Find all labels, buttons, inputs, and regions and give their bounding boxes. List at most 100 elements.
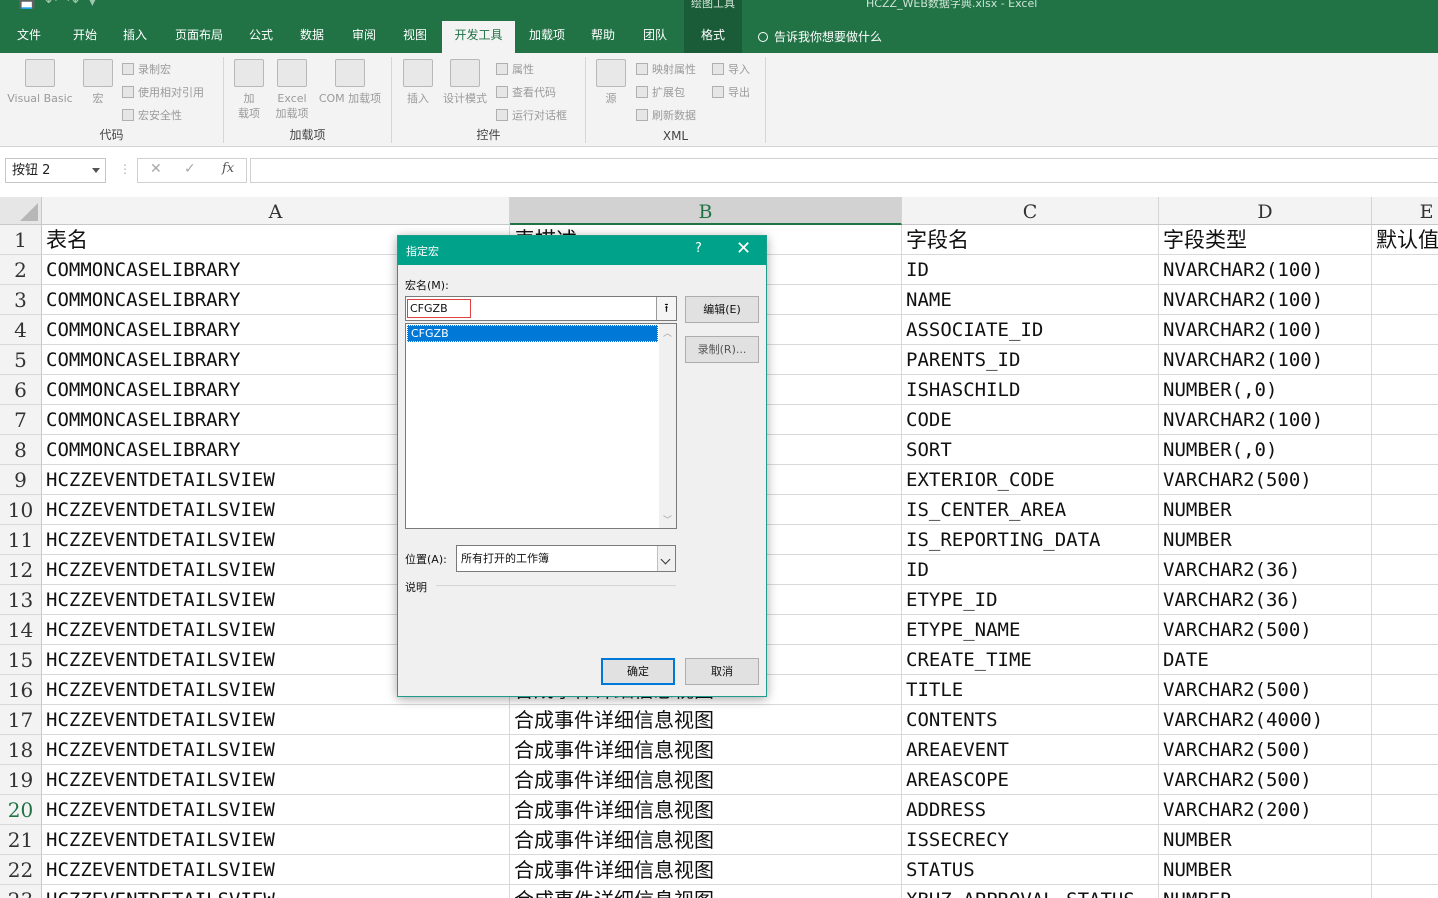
properties-button[interactable]: 属性 (496, 61, 534, 77)
cell-d18[interactable]: VARCHAR2(500) (1159, 735, 1372, 765)
cell-e12[interactable] (1372, 555, 1438, 585)
row-header[interactable]: 8 (0, 435, 42, 465)
row-header[interactable]: 22 (0, 855, 42, 885)
cell-c22[interactable]: STATUS (902, 855, 1159, 885)
cell-d8[interactable]: NUMBER(,0) (1159, 435, 1372, 465)
import-button[interactable]: 导入 (712, 61, 750, 77)
macros-button[interactable]: 宏 (82, 59, 114, 106)
column-header-a[interactable]: A (42, 197, 510, 225)
cell-a23[interactable]: HCZZEVENTDETAILSVIEW (42, 885, 510, 898)
cell-e21[interactable] (1372, 825, 1438, 855)
cell-d3[interactable]: NVARCHAR2(100) (1159, 285, 1372, 315)
cell-b22[interactable]: 合成事件详细信息视图 (510, 855, 902, 885)
cell-c5[interactable]: PARENTS_ID (902, 345, 1159, 375)
cell-c6[interactable]: ISHASCHILD (902, 375, 1159, 405)
cell-c23[interactable]: XBHZ_APPROVAL_STATUS (902, 885, 1159, 898)
cell-b21[interactable]: 合成事件详细信息视图 (510, 825, 902, 855)
row-header[interactable]: 17 (0, 705, 42, 735)
row-header[interactable]: 21 (0, 825, 42, 855)
column-header-e[interactable]: E (1372, 197, 1438, 225)
formula-bar-splitter[interactable]: ⋮ (119, 162, 131, 176)
cell-c21[interactable]: ISSECRECY (902, 825, 1159, 855)
row-header[interactable]: 14 (0, 615, 42, 645)
cell-d23[interactable]: NUMBER (1159, 885, 1372, 898)
record-macro-button[interactable]: 录制宏 (122, 61, 171, 77)
cell-c9[interactable]: EXTERIOR_CODE (902, 465, 1159, 495)
name-box[interactable]: 按钮 2 (5, 158, 106, 183)
cell-e10[interactable] (1372, 495, 1438, 525)
tab-team[interactable]: 团队 (634, 21, 676, 53)
cell-c13[interactable]: ETYPE_ID (902, 585, 1159, 615)
insert-function-icon[interactable]: fx (222, 161, 234, 176)
tab-developer[interactable]: 开发工具 (442, 21, 515, 53)
run-dialog-button[interactable]: 运行对话框 (496, 107, 567, 123)
tab-format[interactable]: 格式 (686, 21, 740, 53)
cell-e6[interactable] (1372, 375, 1438, 405)
row-header[interactable]: 15 (0, 645, 42, 675)
cell-e13[interactable] (1372, 585, 1438, 615)
record-button[interactable]: 录制(R)... (685, 336, 759, 363)
tab-addins[interactable]: 加载项 (520, 21, 574, 53)
cell-d7[interactable]: NVARCHAR2(100) (1159, 405, 1372, 435)
cell-a17[interactable]: HCZZEVENTDETAILSVIEW (42, 705, 510, 735)
cell-c15[interactable]: CREATE_TIME (902, 645, 1159, 675)
tab-data[interactable]: 数据 (290, 21, 334, 53)
scroll-down-icon[interactable]: ﹀ (663, 513, 672, 526)
formula-input[interactable] (250, 158, 1438, 183)
select-all-button[interactable] (0, 197, 42, 225)
design-mode-button[interactable]: 设计模式 (440, 59, 490, 106)
cell-e3[interactable] (1372, 285, 1438, 315)
cell-b17[interactable]: 合成事件详细信息视图 (510, 705, 902, 735)
cell-c19[interactable]: AREASCOPE (902, 765, 1159, 795)
scroll-up-icon[interactable]: ︿ (663, 326, 672, 339)
cell-c7[interactable]: CODE (902, 405, 1159, 435)
cell-e4[interactable] (1372, 315, 1438, 345)
row-header[interactable]: 13 (0, 585, 42, 615)
cell-d6[interactable]: NUMBER(,0) (1159, 375, 1372, 405)
cell-d13[interactable]: VARCHAR2(36) (1159, 585, 1372, 615)
expansion-pack-button[interactable]: 扩展包 (636, 84, 685, 100)
cell-b20[interactable]: 合成事件详细信息视图 (510, 795, 902, 825)
insert-control-button[interactable]: 插入 (400, 59, 436, 106)
dialog-title-bar[interactable]: 指定宏 ? ✕ (398, 236, 766, 265)
row-header[interactable]: 19 (0, 765, 42, 795)
tab-insert[interactable]: 插入 (114, 21, 156, 53)
cell-e17[interactable] (1372, 705, 1438, 735)
row-header[interactable]: 12 (0, 555, 42, 585)
cell-a22[interactable]: HCZZEVENTDETAILSVIEW (42, 855, 510, 885)
cell-d12[interactable]: VARCHAR2(36) (1159, 555, 1372, 585)
cell-a20[interactable]: HCZZEVENTDETAILSVIEW (42, 795, 510, 825)
cell-b23[interactable]: 合成事件详细信息视图 (510, 885, 902, 898)
cell-c17[interactable]: CONTENTS (902, 705, 1159, 735)
cell-d4[interactable]: NVARCHAR2(100) (1159, 315, 1372, 345)
cell-b18[interactable]: 合成事件详细信息视图 (510, 735, 902, 765)
cell-e14[interactable] (1372, 615, 1438, 645)
chevron-down-icon[interactable] (657, 546, 675, 571)
column-header-b[interactable]: B (510, 197, 902, 225)
row-header[interactable]: 1 (0, 225, 42, 255)
cell-e23[interactable] (1372, 885, 1438, 898)
column-header-d[interactable]: D (1159, 197, 1372, 225)
quick-access-toolbar[interactable]: 💾↶↷▾ (18, 0, 106, 10)
cell-d17[interactable]: VARCHAR2(4000) (1159, 705, 1372, 735)
refresh-data-button[interactable]: 刷新数据 (636, 107, 696, 123)
cell-e16[interactable] (1372, 675, 1438, 705)
cell-e20[interactable] (1372, 795, 1438, 825)
cell-c11[interactable]: IS_REPORTING_DATA (902, 525, 1159, 555)
cell-d19[interactable]: VARCHAR2(500) (1159, 765, 1372, 795)
row-header[interactable]: 7 (0, 405, 42, 435)
cell-c4[interactable]: ASSOCIATE_ID (902, 315, 1159, 345)
cell-d5[interactable]: NVARCHAR2(100) (1159, 345, 1372, 375)
row-header[interactable]: 4 (0, 315, 42, 345)
tab-review[interactable]: 审阅 (342, 21, 386, 53)
cell-c1[interactable]: 字段名 (902, 225, 1159, 255)
cell-e22[interactable] (1372, 855, 1438, 885)
cell-d2[interactable]: NVARCHAR2(100) (1159, 255, 1372, 285)
tab-page-layout[interactable]: 页面布局 (166, 21, 232, 53)
row-header[interactable]: 20 (0, 795, 42, 825)
confirm-entry-icon[interactable]: ✓ (184, 161, 196, 177)
macro-list[interactable]: CFGZB ︿ ﹀ (405, 323, 677, 529)
row-header[interactable]: 9 (0, 465, 42, 495)
cell-e2[interactable] (1372, 255, 1438, 285)
tab-formulas[interactable]: 公式 (240, 21, 282, 53)
